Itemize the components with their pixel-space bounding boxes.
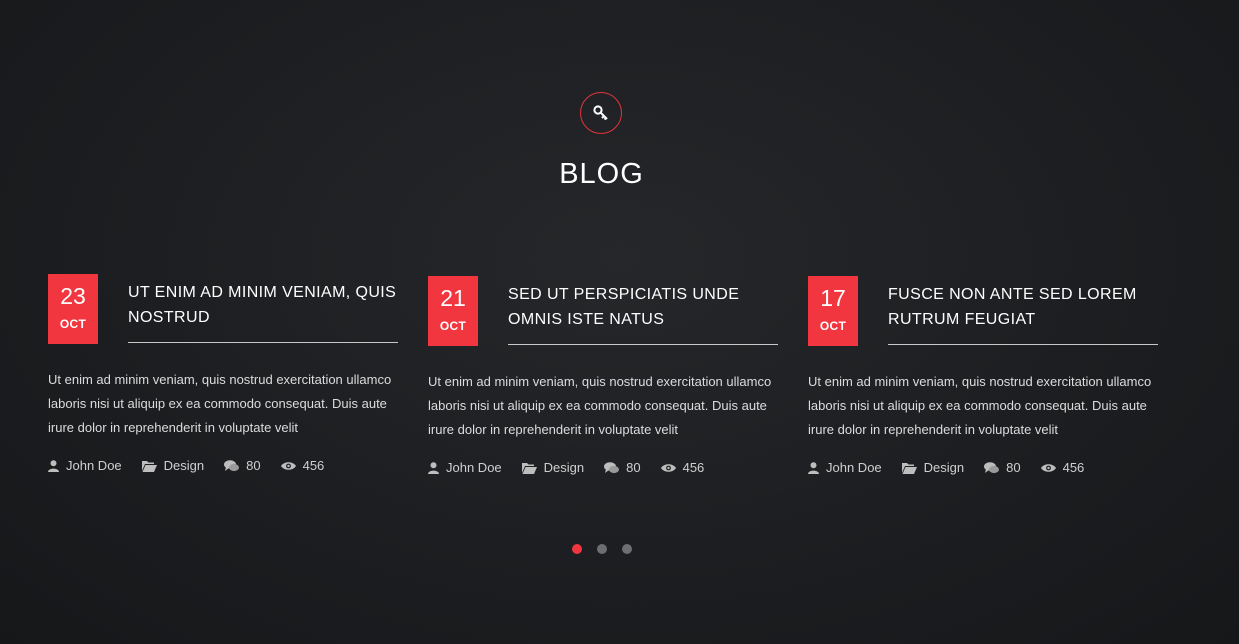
comments-icon <box>604 461 620 473</box>
title-divider <box>508 344 778 345</box>
user-icon <box>428 461 439 474</box>
post-excerpt: Ut enim ad minim veniam, quis nostrud ex… <box>48 372 392 435</box>
date-day: 17 <box>820 285 846 311</box>
title-divider <box>888 344 1158 345</box>
meta-views: 456 <box>660 460 705 475</box>
folder-open-icon <box>901 462 917 474</box>
eye-icon <box>1040 463 1056 472</box>
post-excerpt: Ut enim ad minim veniam, quis nostrud ex… <box>808 374 1152 437</box>
section-title: BLOG <box>559 158 644 190</box>
meta-comments[interactable]: 80 <box>604 460 641 475</box>
comment-count: 80 <box>626 460 641 475</box>
post-meta: John Doe Design 80 456 <box>428 460 788 475</box>
view-count: 456 <box>302 458 325 473</box>
date-day: 23 <box>60 283 86 309</box>
carousel-pagination <box>572 544 647 554</box>
user-icon <box>808 461 819 474</box>
user-icon <box>48 459 59 472</box>
meta-comments[interactable]: 80 <box>984 460 1021 475</box>
pagination-dot-1[interactable] <box>572 544 582 554</box>
comments-icon <box>224 459 240 471</box>
comment-count: 80 <box>1006 460 1021 475</box>
folder-open-icon <box>521 462 537 474</box>
post-title[interactable]: SED UT PERSPICIATIS UNDE OMNIS ISTE NATU… <box>508 282 778 332</box>
date-badge: 23 OCT <box>48 274 98 344</box>
category-name: Design <box>163 458 205 473</box>
view-count: 456 <box>682 460 705 475</box>
author-name: John Doe <box>826 460 882 475</box>
comment-count: 80 <box>246 458 261 473</box>
meta-views: 456 <box>280 458 325 473</box>
meta-comments[interactable]: 80 <box>224 458 261 473</box>
view-count: 456 <box>1062 460 1085 475</box>
meta-author[interactable]: John Doe <box>428 460 502 475</box>
eye-icon <box>660 463 676 472</box>
title-divider <box>128 342 398 343</box>
date-month: OCT <box>59 317 87 331</box>
date-day: 21 <box>440 285 466 311</box>
key-icon <box>593 105 608 121</box>
section-icon-ring <box>580 92 622 134</box>
category-name: Design <box>543 460 585 475</box>
meta-author[interactable]: John Doe <box>48 458 122 473</box>
pagination-dot-3[interactable] <box>622 544 632 554</box>
meta-category[interactable]: Design <box>901 460 965 475</box>
folder-open-icon <box>141 460 157 472</box>
date-month: OCT <box>819 319 847 333</box>
meta-views: 456 <box>1040 460 1085 475</box>
date-badge: 21 OCT <box>428 276 478 346</box>
post-meta: John Doe Design 80 456 <box>48 458 408 473</box>
date-badge: 17 OCT <box>808 276 858 346</box>
comments-icon <box>984 461 1000 473</box>
meta-author[interactable]: John Doe <box>808 460 882 475</box>
category-name: Design <box>923 460 965 475</box>
post-title[interactable]: FUSCE NON ANTE SED LOREM RUTRUM FEUGIAT <box>888 282 1158 332</box>
meta-category[interactable]: Design <box>521 460 585 475</box>
meta-category[interactable]: Design <box>141 458 205 473</box>
post-title[interactable]: UT ENIM AD MINIM VENIAM, QUIS NOSTRUD <box>128 280 398 330</box>
post-excerpt: Ut enim ad minim veniam, quis nostrud ex… <box>428 374 772 437</box>
pagination-dot-2[interactable] <box>597 544 607 554</box>
date-month: OCT <box>439 319 467 333</box>
post-meta: John Doe Design 80 456 <box>808 460 1168 475</box>
author-name: John Doe <box>446 460 502 475</box>
eye-icon <box>280 461 296 470</box>
author-name: John Doe <box>66 458 122 473</box>
